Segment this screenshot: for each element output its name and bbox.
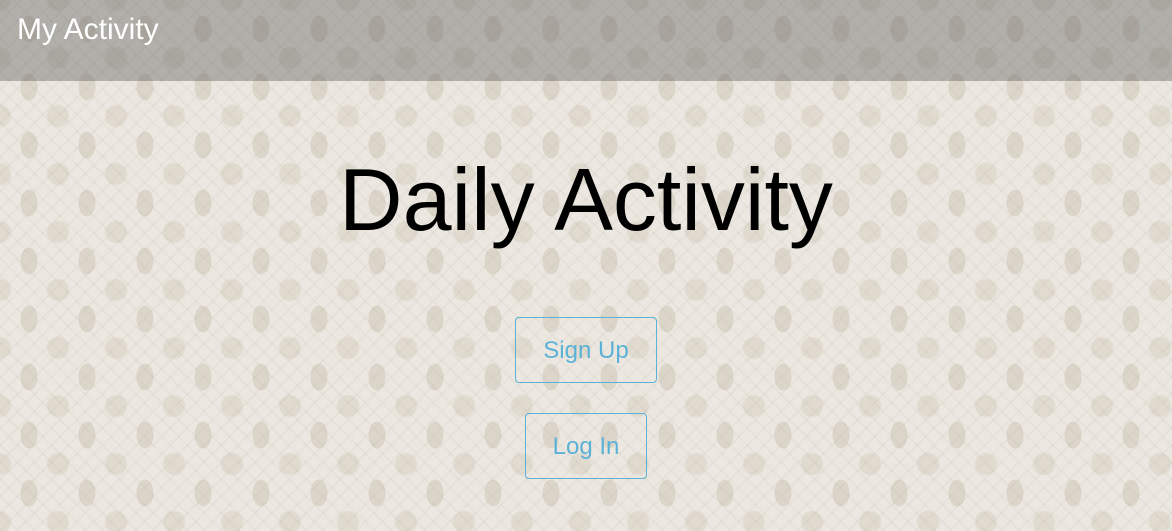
log-in-button[interactable]: Log In — [525, 413, 647, 479]
page-title: Daily Activity — [339, 150, 833, 249]
brand-link[interactable]: My Activity — [17, 12, 159, 48]
top-navbar: My Activity — [0, 0, 1172, 81]
sign-up-button[interactable]: Sign Up — [515, 317, 657, 383]
